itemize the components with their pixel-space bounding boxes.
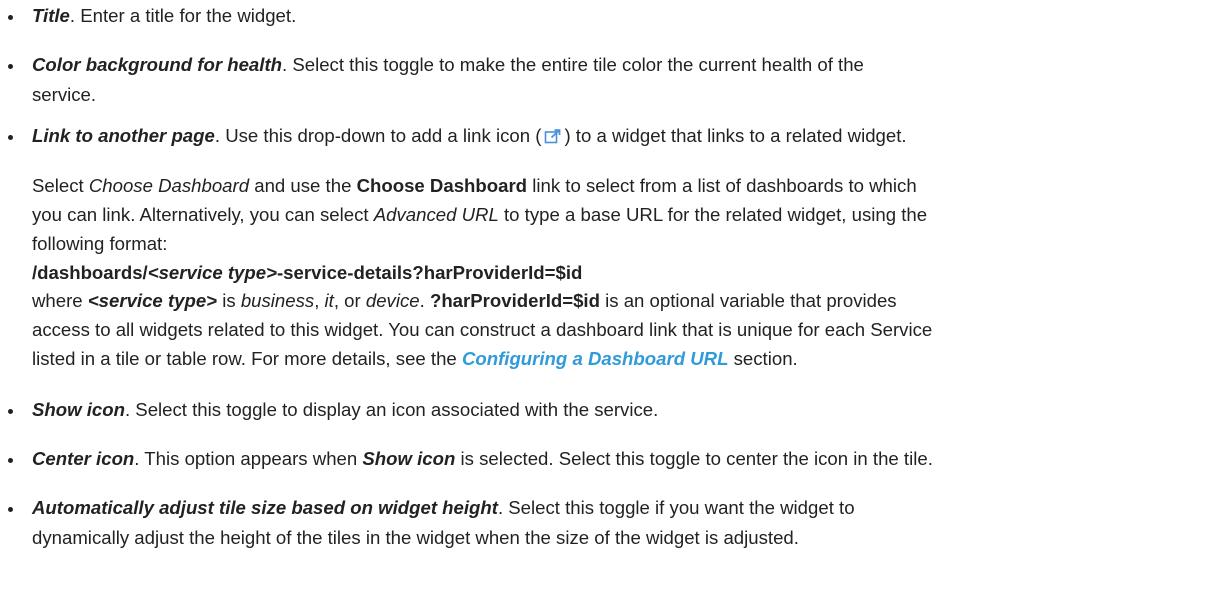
list-item-text: Center icon. This option appears when Sh… bbox=[32, 448, 933, 470]
text-run: /dashboards/ bbox=[32, 262, 148, 283]
value-text: device bbox=[365, 290, 420, 311]
value-text: business bbox=[240, 290, 315, 311]
value-text: it bbox=[324, 290, 334, 311]
variable-text: ?harProviderId=$id bbox=[429, 290, 600, 311]
list-item-text: Link to another page. Use this drop-down… bbox=[32, 125, 907, 147]
option-name: Choose Dashboard bbox=[88, 175, 250, 196]
bullet-dot bbox=[8, 409, 13, 414]
text-run: is bbox=[217, 290, 241, 311]
bullet-dot bbox=[8, 64, 13, 69]
list-item-text-continued: service. bbox=[32, 84, 97, 105]
bullet-dot bbox=[8, 15, 13, 20]
description-text: is selected. Select this toggle to cente… bbox=[455, 448, 933, 469]
list-item-text: Show icon. Select this toggle to display… bbox=[32, 399, 658, 421]
description-text: . Select this toggle to make the entire … bbox=[282, 54, 864, 75]
list-item-text-continued: dynamically adjust the height of the til… bbox=[32, 527, 799, 548]
paragraph-line: where <service type> is business, it, or… bbox=[32, 290, 897, 312]
description-text: ) to a widget that links to a related wi… bbox=[564, 125, 907, 146]
placeholder-text: <service type> bbox=[87, 290, 218, 311]
paragraph-line: access to all widgets related to this wi… bbox=[32, 319, 933, 340]
text-run: Select bbox=[32, 175, 89, 196]
text-run: you can link. Alternatively, you can sel… bbox=[32, 204, 374, 225]
paragraph-line: listed in a tile or table row. For more … bbox=[32, 348, 798, 370]
text-run: , bbox=[314, 290, 325, 311]
ui-element-name: Choose Dashboard bbox=[356, 175, 528, 196]
document-page: Title. Enter a title for the widget. Col… bbox=[0, 0, 1217, 615]
text-run: listed in a tile or table row. For more … bbox=[32, 348, 462, 369]
description-text: . Use this drop-down to add a link icon … bbox=[214, 125, 542, 146]
description-text: . Enter a title for the widget. bbox=[69, 5, 297, 26]
term-label: Automatically adjust tile size based on … bbox=[32, 497, 498, 518]
description-text: . Select this toggle to display an icon … bbox=[124, 399, 659, 420]
text-run: . bbox=[419, 290, 430, 311]
term-label: Title bbox=[32, 5, 70, 26]
bullet-dot bbox=[8, 507, 13, 512]
external-link-icon bbox=[544, 127, 561, 144]
text-run: link to select from a list of dashboards… bbox=[527, 175, 917, 196]
option-name: Advanced URL bbox=[373, 204, 499, 225]
text-run: section. bbox=[728, 348, 798, 369]
url-format-line: /dashboards/<service type>-service-detai… bbox=[32, 262, 582, 284]
configuring-dashboard-url-link[interactable]: Configuring a Dashboard URL bbox=[462, 348, 729, 369]
text-run: where bbox=[32, 290, 88, 311]
text-run: to type a base URL for the related widge… bbox=[498, 204, 928, 225]
list-item-text: Title. Enter a title for the widget. bbox=[32, 5, 296, 27]
bullet-dot bbox=[8, 135, 13, 140]
paragraph-line: following format: bbox=[32, 233, 168, 254]
term-label: Center icon bbox=[32, 448, 135, 469]
bullet-dot bbox=[8, 458, 13, 463]
term-reference: Show icon bbox=[362, 448, 456, 469]
list-item-text: Automatically adjust tile size based on … bbox=[32, 497, 855, 519]
term-label: Link to another page bbox=[32, 125, 215, 146]
text-run: -service-details?harProviderId=$id bbox=[276, 262, 583, 283]
text-run: , or bbox=[333, 290, 366, 311]
paragraph-line: you can link. Alternatively, you can sel… bbox=[32, 204, 927, 226]
paragraph-line: Select Choose Dashboard and use the Choo… bbox=[32, 175, 917, 197]
placeholder-text: <service type> bbox=[147, 262, 277, 283]
description-text: . Select this toggle if you want the wid… bbox=[497, 497, 855, 518]
term-label: Color background for health bbox=[32, 54, 282, 75]
description-text: . This option appears when bbox=[134, 448, 363, 469]
term-label: Show icon bbox=[32, 399, 125, 420]
list-item-text: Color background for health. Select this… bbox=[32, 54, 864, 76]
text-run: and use the bbox=[249, 175, 357, 196]
text-run: is an optional variable that provides bbox=[599, 290, 897, 311]
